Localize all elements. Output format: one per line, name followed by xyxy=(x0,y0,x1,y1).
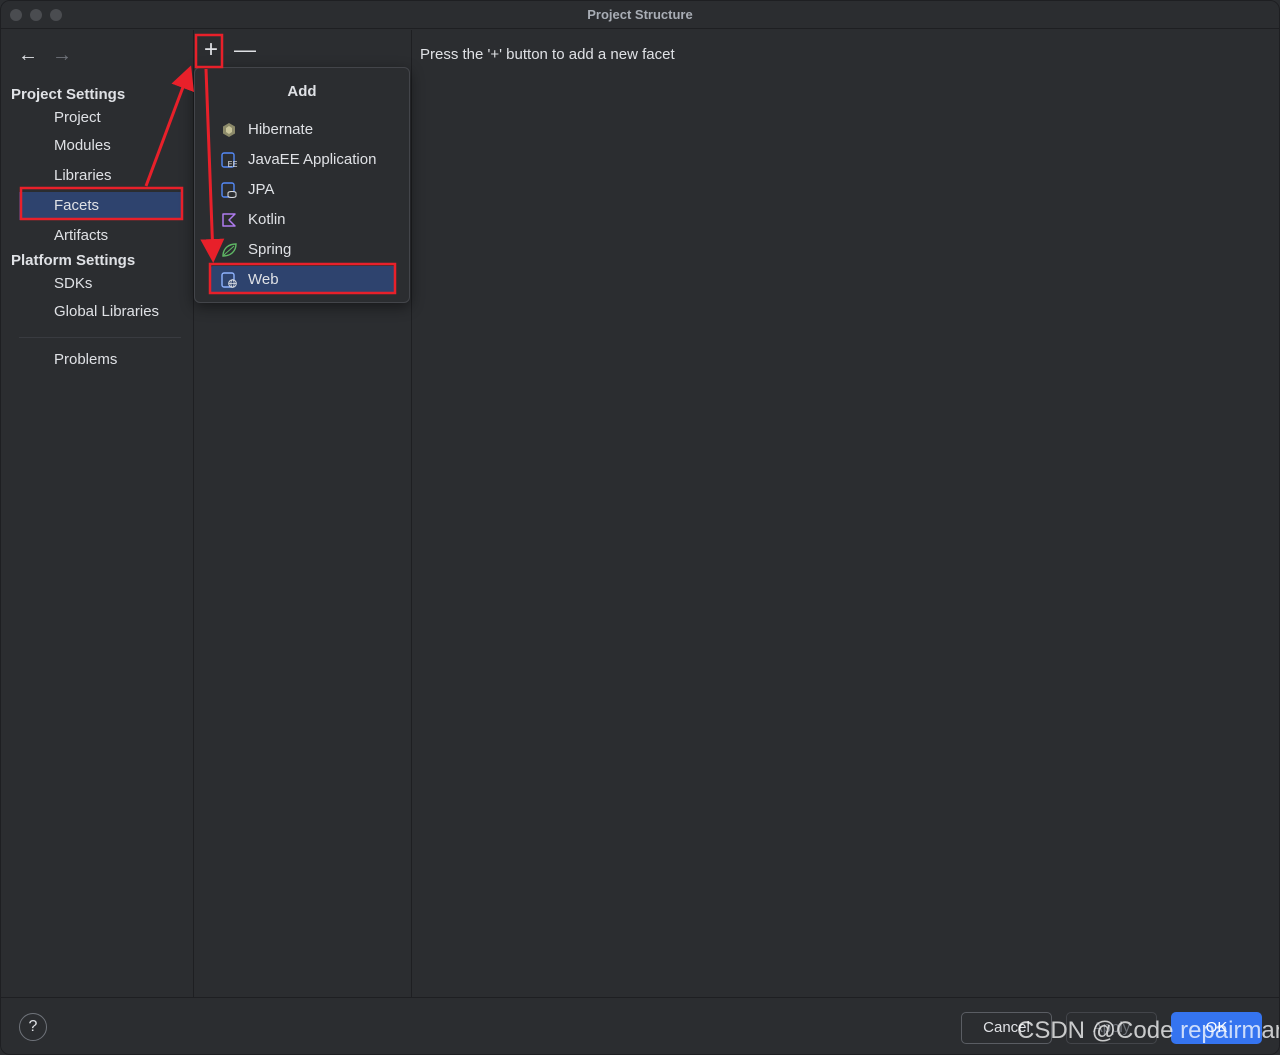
add-facet-popup: Add Hibernate EE JavaEE Application JPA xyxy=(194,67,410,303)
javaee-icon: EE xyxy=(221,152,238,169)
sidebar-item-project[interactable]: Project xyxy=(19,104,182,132)
popup-item-web[interactable]: Web xyxy=(210,266,396,294)
popup-item-label: Hibernate xyxy=(248,121,314,138)
sidebar-item-artifacts[interactable]: Artifacts xyxy=(19,222,182,250)
help-button[interactable]: ? xyxy=(19,1013,47,1041)
add-facet-button[interactable]: + xyxy=(199,38,223,63)
popup-item-javaee-application[interactable]: EE JavaEE Application xyxy=(210,146,396,174)
platform-settings-header: Platform Settings xyxy=(11,252,136,269)
facet-details-panel: Press the '+' button to add a new facet xyxy=(412,30,1279,997)
sidebar-item-modules[interactable]: Modules xyxy=(19,132,182,160)
forward-arrow-icon[interactable]: → xyxy=(52,45,72,65)
popup-item-label: JPA xyxy=(248,181,275,198)
empty-state-hint: Press the '+' button to add a new facet xyxy=(420,46,675,63)
sidebar-item-global-libraries[interactable]: Global Libraries xyxy=(19,298,182,326)
popup-item-jpa[interactable]: JPA xyxy=(210,176,396,204)
project-structure-window: Project Structure ← → Project Settings P… xyxy=(0,0,1280,1055)
hibernate-icon xyxy=(223,123,235,137)
sidebar-item-libraries[interactable]: Libraries xyxy=(19,162,182,190)
svg-text:EE: EE xyxy=(228,160,238,169)
popup-item-label: Web xyxy=(248,271,279,288)
title-bar: Project Structure xyxy=(1,1,1279,29)
popup-item-label: JavaEE Application xyxy=(248,151,377,168)
sidebar-item-problems[interactable]: Problems xyxy=(19,346,182,374)
popup-item-label: Spring xyxy=(248,241,292,258)
popup-item-label: Kotlin xyxy=(248,211,286,228)
popup-item-kotlin[interactable]: Kotlin xyxy=(210,206,396,234)
spring-icon xyxy=(222,243,237,257)
web-icon xyxy=(221,272,237,288)
sidebar-divider xyxy=(19,337,181,338)
kotlin-icon xyxy=(222,213,236,227)
settings-sidebar: ← → Project Settings Project Modules Lib… xyxy=(1,30,194,997)
remove-facet-button[interactable]: — xyxy=(233,39,257,63)
project-settings-header: Project Settings xyxy=(11,86,126,103)
window-title: Project Structure xyxy=(587,7,693,22)
sidebar-item-facets[interactable]: Facets xyxy=(19,192,182,220)
popup-title: Add xyxy=(287,83,317,100)
popup-item-hibernate[interactable]: Hibernate xyxy=(210,116,396,144)
back-arrow-icon[interactable]: ← xyxy=(18,45,38,65)
popup-item-spring[interactable]: Spring xyxy=(210,236,396,264)
jpa-icon xyxy=(221,182,237,198)
watermark-text: CSDN @Code repairman xyxy=(1017,1017,1280,1044)
sidebar-item-sdks[interactable]: SDKs xyxy=(19,270,182,298)
